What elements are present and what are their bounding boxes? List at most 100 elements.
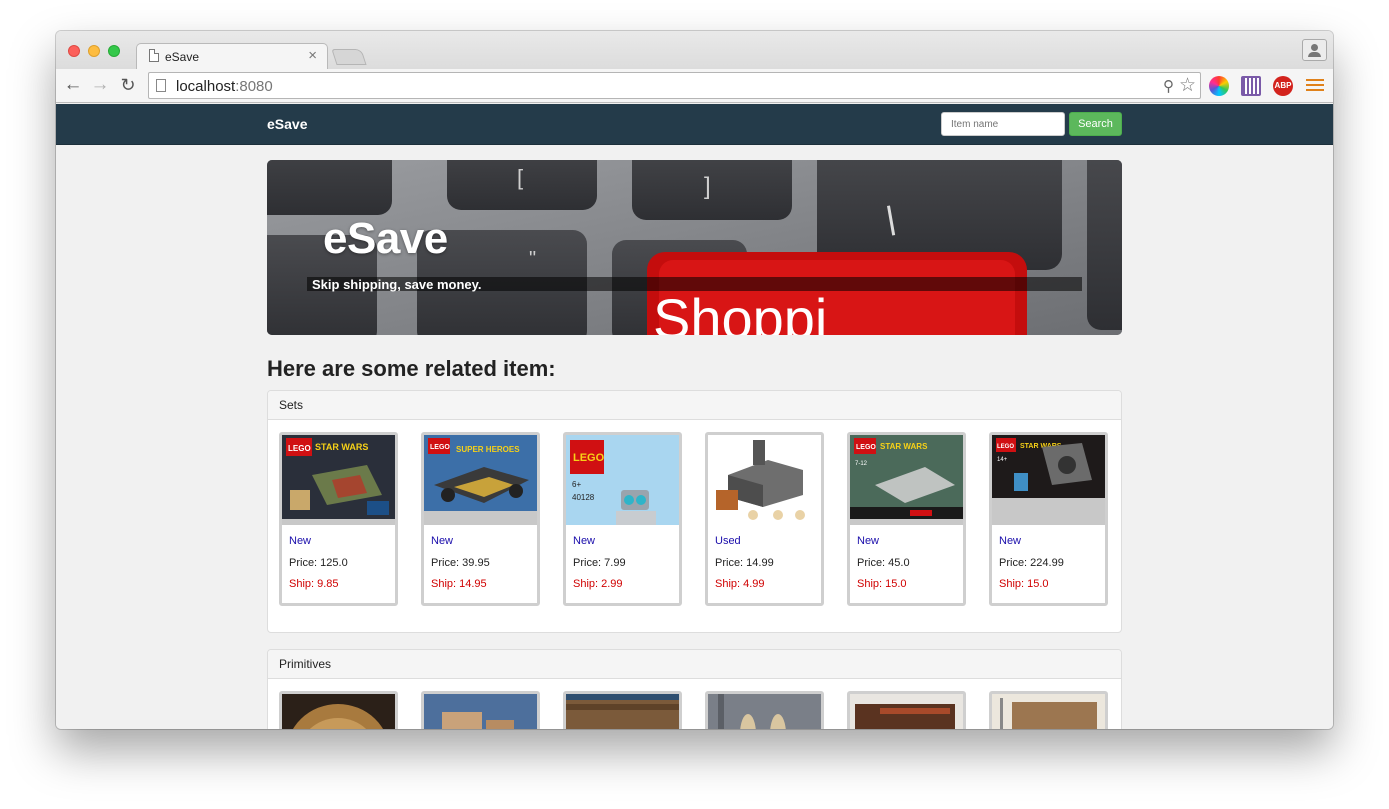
- lego-set-image: [708, 435, 821, 525]
- product-card[interactable]: [421, 691, 540, 729]
- zoom-window-button[interactable]: [108, 45, 120, 57]
- site-brand[interactable]: eSave: [267, 116, 307, 132]
- product-card[interactable]: LEGO SUPER HEROES New Price: 39.95 Ship:…: [421, 432, 540, 606]
- url-port: :8080: [235, 78, 273, 95]
- item-search-input[interactable]: [941, 112, 1065, 136]
- product-card[interactable]: LEGO 6+ 40128 New Price: 7.99 Ship: 2.99: [563, 432, 682, 606]
- related-items-heading: Here are some related item:: [267, 356, 556, 381]
- svg-text:LEGO: LEGO: [430, 444, 450, 451]
- lego-box-image: LEGO STAR WARS 14+: [992, 435, 1105, 498]
- item-price: Price: 224.99: [999, 557, 1064, 569]
- profile-icon[interactable]: [1302, 39, 1327, 61]
- panel-heading: Primitives: [268, 650, 1121, 679]
- svg-text:6+: 6+: [572, 480, 581, 489]
- panel-heading: Sets: [268, 391, 1121, 420]
- svg-text:LEGO: LEGO: [997, 444, 1014, 450]
- item-condition[interactable]: New: [573, 535, 595, 547]
- svg-text:7-12: 7-12: [855, 461, 868, 467]
- product-image[interactable]: [424, 694, 537, 729]
- item-shipping: Ship: 15.0: [857, 578, 907, 590]
- product-image[interactable]: LEGO STAR WARS 14+: [992, 435, 1105, 525]
- svg-text:LEGO: LEGO: [856, 444, 876, 451]
- svg-text:]: ]: [704, 173, 711, 200]
- svg-text:SUPER HEROES: SUPER HEROES: [456, 445, 520, 454]
- search-button[interactable]: Search: [1069, 112, 1122, 136]
- hero-banner: Shoppi [ ] " eSave Skip shipping, save m…: [267, 160, 1122, 335]
- item-condition[interactable]: New: [999, 535, 1021, 547]
- lego-box-image: LEGO 6+ 40128: [566, 435, 679, 525]
- address-bar[interactable]: localhost:8080 ⚲ ☆: [148, 72, 1201, 99]
- item-condition[interactable]: New: [289, 535, 311, 547]
- svg-text:STAR WARS: STAR WARS: [315, 442, 368, 452]
- item-shipping: Ship: 9.85: [289, 578, 339, 590]
- site-navbar: eSave Search: [56, 104, 1333, 145]
- product-image[interactable]: LEGO STAR WARS 7-12: [850, 435, 963, 525]
- color-picker-extension-icon[interactable]: [1209, 76, 1229, 96]
- product-image[interactable]: LEGO STAR WARS: [282, 435, 395, 525]
- product-image[interactable]: [282, 694, 395, 729]
- product-card[interactable]: [563, 691, 682, 729]
- browser-window: eSave × ← → ↻ localhost:8080 ⚲ ☆ ABP eSa…: [56, 31, 1333, 729]
- lego-box-image: LEGO STAR WARS 7-12: [850, 435, 963, 519]
- page-icon: [149, 49, 159, 62]
- svg-text:": ": [529, 248, 536, 270]
- item-shipping: Ship: 2.99: [573, 578, 623, 590]
- product-image[interactable]: LEGO 6+ 40128: [566, 435, 679, 525]
- url-text[interactable]: localhost:8080: [176, 78, 273, 95]
- product-image[interactable]: [992, 694, 1105, 729]
- product-card[interactable]: LEGO STAR WARS 14+ New Price: 224.99 Shi…: [989, 432, 1108, 606]
- reload-icon[interactable]: ↻: [117, 74, 139, 96]
- browser-tab[interactable]: eSave ×: [136, 43, 328, 69]
- bookmark-star-icon[interactable]: ☆: [1179, 74, 1196, 97]
- browser-menu-icon[interactable]: [1306, 76, 1324, 96]
- item-shipping: Ship: 14.95: [431, 578, 487, 590]
- lego-box-image: LEGO STAR WARS: [282, 435, 395, 519]
- product-card[interactable]: [847, 691, 966, 729]
- product-image[interactable]: [850, 694, 963, 729]
- product-card[interactable]: [705, 691, 824, 729]
- new-tab-button[interactable]: [331, 49, 367, 65]
- item-condition[interactable]: Used: [715, 535, 741, 547]
- sets-panel: Sets LEGO STAR WARS New Price: 125.0 Shi…: [267, 390, 1122, 633]
- item-price: Price: 14.99: [715, 557, 774, 569]
- item-price: Price: 7.99: [573, 557, 626, 569]
- tab-title: eSave: [165, 50, 200, 64]
- zoom-icon[interactable]: ⚲: [1163, 77, 1174, 95]
- product-image[interactable]: [708, 694, 821, 729]
- item-price: Price: 125.0: [289, 557, 348, 569]
- grid-extension-icon[interactable]: [1241, 76, 1261, 96]
- svg-text:STAR WARS: STAR WARS: [880, 442, 928, 451]
- product-card[interactable]: Used Price: 14.99 Ship: 4.99: [705, 432, 824, 606]
- product-image[interactable]: LEGO SUPER HEROES: [424, 435, 537, 525]
- primitives-panel: Primitives: [267, 649, 1122, 729]
- forward-arrow-icon[interactable]: →: [89, 74, 111, 96]
- hero-title: eSave: [323, 214, 448, 263]
- title-bar: eSave ×: [56, 31, 1333, 69]
- back-arrow-icon[interactable]: ←: [62, 74, 84, 96]
- svg-text:LEGO: LEGO: [288, 444, 311, 453]
- lego-box-image: LEGO SUPER HEROES: [424, 435, 537, 511]
- adblock-plus-icon[interactable]: ABP: [1273, 76, 1293, 96]
- product-card[interactable]: [989, 691, 1108, 729]
- tab-close-icon[interactable]: ×: [308, 47, 317, 64]
- item-condition[interactable]: New: [857, 535, 879, 547]
- svg-text:[: [: [517, 165, 523, 190]
- product-card[interactable]: LEGO STAR WARS New Price: 125.0 Ship: 9.…: [279, 432, 398, 606]
- close-window-button[interactable]: [68, 45, 80, 57]
- item-price: Price: 39.95: [431, 557, 490, 569]
- shopping-key-text: Shoppi: [653, 287, 827, 335]
- product-card[interactable]: LEGO STAR WARS 7-12 New Price: 45.0 Ship…: [847, 432, 966, 606]
- item-shipping: Ship: 15.0: [999, 578, 1049, 590]
- url-host: localhost: [176, 78, 236, 95]
- svg-text:14+: 14+: [997, 457, 1008, 463]
- hero-subtitle: Skip shipping, save money.: [312, 277, 482, 292]
- item-price: Price: 45.0: [857, 557, 910, 569]
- minimize-window-button[interactable]: [88, 45, 100, 57]
- item-condition[interactable]: New: [431, 535, 453, 547]
- svg-text:LEGO: LEGO: [573, 452, 605, 464]
- browser-toolbar: ← → ↻ localhost:8080 ⚲ ☆ ABP: [56, 69, 1333, 103]
- product-card[interactable]: [279, 691, 398, 729]
- product-image[interactable]: [566, 694, 679, 729]
- product-image[interactable]: [708, 435, 821, 525]
- svg-text:40128: 40128: [572, 493, 595, 502]
